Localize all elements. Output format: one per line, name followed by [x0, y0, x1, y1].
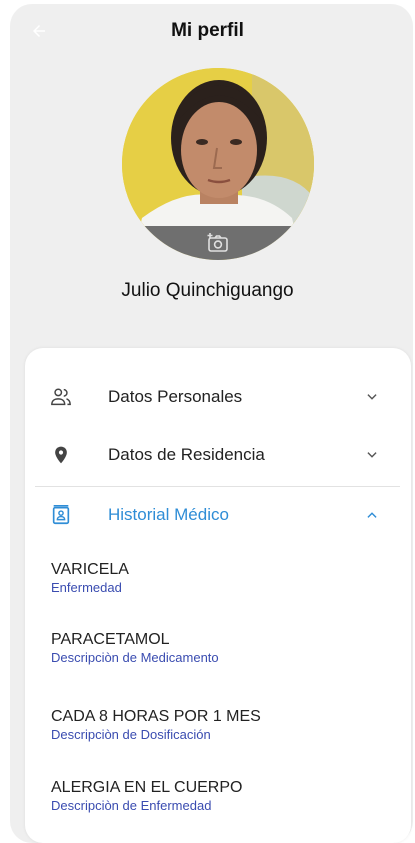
- section-historial-medico[interactable]: Historial Médico: [25, 490, 411, 540]
- section-datos-residencia[interactable]: Datos de Residencia: [25, 430, 411, 480]
- history-item: CADA 8 HORAS POR 1 MES Descripciòn de Do…: [51, 707, 261, 743]
- add-photo-icon: [207, 233, 228, 252]
- user-name: Julio Quinchiguango: [121, 280, 294, 301]
- section-label: Datos Personales: [108, 387, 243, 406]
- history-description: Descripciòn de Medicamento: [51, 650, 219, 665]
- profile-details-card: Datos Personales Datos de Residencia His…: [25, 348, 411, 843]
- location-pin-icon: [49, 443, 73, 467]
- history-description: Descripciòn de Dosificación: [51, 727, 211, 742]
- divider: [35, 486, 400, 487]
- chevron-down-icon: [363, 446, 381, 464]
- chevron-down-icon: [363, 388, 381, 406]
- history-item: PARACETAMOL Descripciòn de Medicamento: [51, 630, 219, 666]
- section-datos-personales[interactable]: Datos Personales: [25, 372, 411, 422]
- people-icon: [49, 385, 73, 409]
- medical-id-icon: [49, 503, 73, 527]
- page-title: Mi perfil: [171, 20, 244, 41]
- history-value: PARACETAMOL: [51, 631, 170, 648]
- history-item: ALERGIA EN EL CUERPO Descripciòn de Enfe…: [51, 778, 242, 814]
- profile-screen: Mi perfil Julio Quinchiguango Datos Pers…: [0, 0, 415, 843]
- history-value: CADA 8 HORAS POR 1 MES: [51, 708, 261, 725]
- history-value: ALERGIA EN EL CUERPO: [51, 779, 243, 796]
- change-photo-button[interactable]: [122, 226, 314, 260]
- section-label: Datos de Residencia: [108, 445, 265, 464]
- chevron-up-icon: [363, 506, 381, 524]
- history-description: Descripciòn de Enfermedad: [51, 798, 212, 813]
- history-description: Enfermedad: [51, 580, 122, 595]
- history-item: VARICELA Enfermedad: [51, 560, 129, 596]
- avatar: [122, 68, 314, 260]
- history-value: VARICELA: [51, 561, 129, 578]
- section-label: Historial Médico: [108, 505, 229, 524]
